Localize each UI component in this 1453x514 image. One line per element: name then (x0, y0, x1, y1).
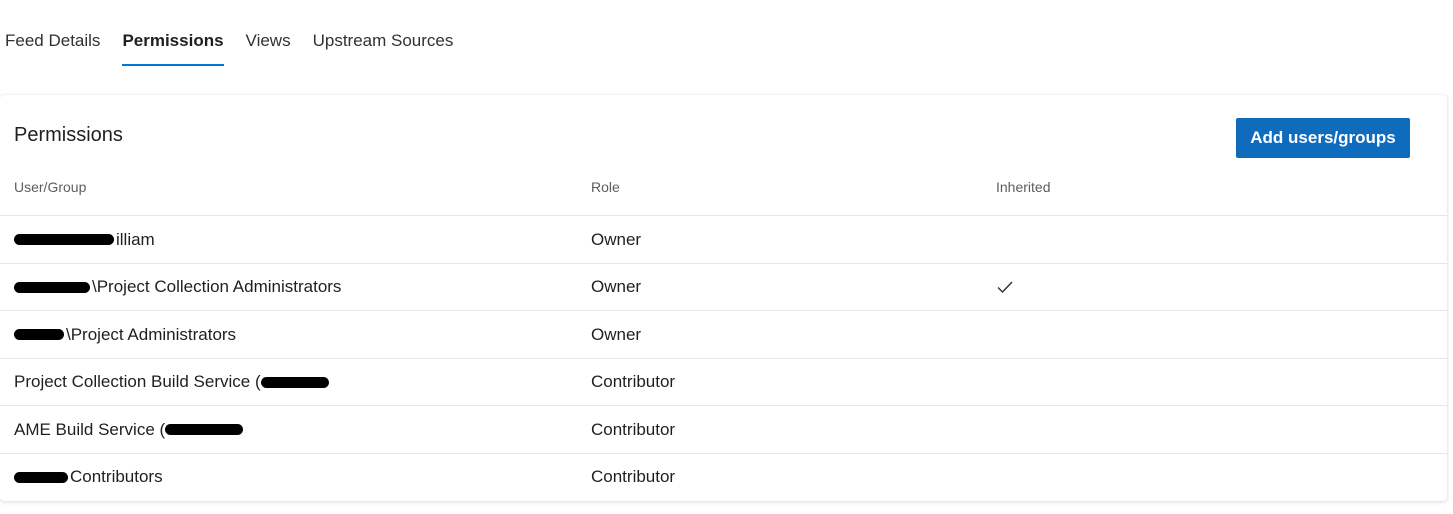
user-cell: illiam (14, 216, 155, 263)
redacted-mark (14, 329, 64, 340)
table-row[interactable]: AME Build Service ( Contributor (0, 405, 1447, 453)
permissions-table: illiam Owner \Project Collection Adminis… (0, 215, 1447, 500)
redacted-mark (14, 281, 90, 293)
tab-feed-details[interactable]: Feed Details (5, 31, 100, 66)
column-header-user-group[interactable]: User/Group (14, 179, 86, 195)
user-cell: Contributors (14, 454, 163, 501)
user-name: illiam (116, 229, 155, 249)
user-cell: \Project Collection Administrators (14, 264, 341, 311)
table-row[interactable]: Project Collection Build Service ( Contr… (0, 357, 1447, 406)
card-title: Permissions (14, 124, 123, 146)
column-header-inherited[interactable]: Inherited (996, 179, 1050, 195)
role-cell: Contributor (591, 467, 676, 486)
redacted-mark (14, 471, 68, 483)
user-cell: AME Build Service ( (14, 406, 245, 453)
add-users-groups-button[interactable]: Add users/groups (1236, 118, 1410, 158)
table-row[interactable]: Contributors Contributor (0, 452, 1447, 501)
user-name: AME Build Service ( (14, 419, 166, 439)
permissions-card: Permissions Add users/groups User/Group … (0, 95, 1447, 501)
checkmark-icon (997, 281, 1013, 294)
user-cell: Project Collection Build Service ( (14, 359, 331, 406)
role-cell: Owner (591, 324, 642, 344)
table-row[interactable]: illiam Owner (0, 215, 1447, 263)
redacted-mark (14, 234, 114, 245)
user-name: \Project Collection Administrators (92, 277, 342, 296)
redacted-mark (165, 424, 244, 435)
tab-upstream-sources[interactable]: Upstream Sources (313, 31, 454, 66)
column-header-role[interactable]: Role (591, 179, 620, 195)
redacted-mark (260, 376, 329, 388)
user-cell: \Project Administrators (14, 311, 236, 358)
table-row[interactable]: \Project Collection Administrators Owner (0, 262, 1447, 311)
table-row[interactable]: \Project Administrators Owner (0, 310, 1447, 358)
role-cell: Owner (591, 277, 642, 296)
tab-permissions[interactable]: Permissions (122, 31, 224, 66)
user-name: Project Collection Build Service ( (14, 372, 261, 391)
role-cell: Contributor (591, 419, 676, 439)
tab-bar: Feed Details Permissions Views Upstream … (0, 0, 1453, 72)
role-cell: Owner (591, 229, 642, 249)
role-cell: Contributor (591, 372, 676, 391)
inherited-cell (996, 264, 1014, 311)
tab-views[interactable]: Views (246, 31, 291, 66)
user-name: \Project Administrators (66, 324, 237, 344)
user-name: Contributors (70, 467, 163, 486)
